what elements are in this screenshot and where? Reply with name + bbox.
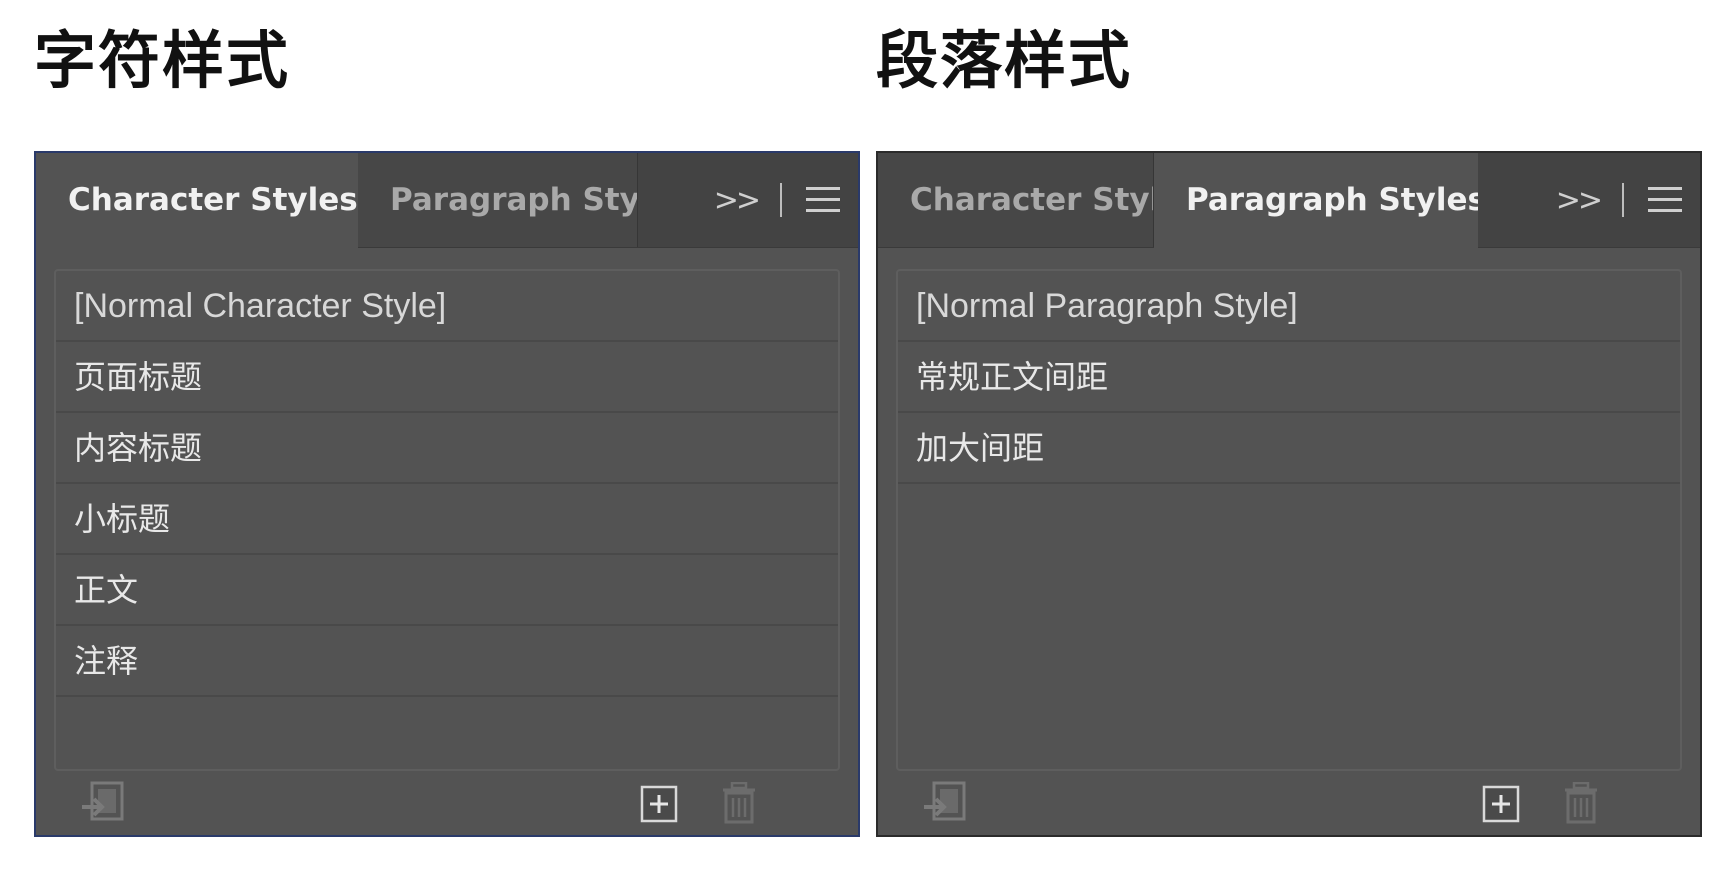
panel-tab-bar: Character Styles Paragraph Styles >> xyxy=(878,153,1700,248)
list-item[interactable]: 小标题 xyxy=(56,484,838,555)
character-styles-panel: Character Styles Paragraph Styles >> [No… xyxy=(34,151,860,837)
character-styles-heading: 字符样式 xyxy=(34,24,291,97)
new-style-icon[interactable] xyxy=(640,785,678,823)
style-list: [Normal Character Style] 页面标题 内容标题 小标题 正… xyxy=(54,269,840,771)
new-style-icon[interactable] xyxy=(1482,785,1520,823)
overflow-tabs-button[interactable]: >> xyxy=(714,183,761,218)
tab-character-styles[interactable]: Character Styles xyxy=(36,153,358,248)
list-item[interactable]: 加大间距 xyxy=(898,413,1680,484)
toolbar-divider xyxy=(780,183,782,217)
delete-style-icon[interactable] xyxy=(1562,782,1600,824)
panel-footer xyxy=(36,767,858,835)
panel-menu-icon[interactable] xyxy=(1648,187,1682,213)
tab-paragraph-styles[interactable]: Paragraph Styles xyxy=(358,153,638,247)
list-item[interactable]: 常规正文间距 xyxy=(898,342,1680,413)
list-item[interactable]: 注释 xyxy=(56,626,838,697)
list-item[interactable]: 内容标题 xyxy=(56,413,838,484)
panel-footer xyxy=(878,767,1700,835)
load-styles-icon[interactable] xyxy=(922,781,968,825)
load-styles-icon[interactable] xyxy=(80,781,126,825)
list-item[interactable]: 页面标题 xyxy=(56,342,838,413)
tab-paragraph-styles[interactable]: Paragraph Styles xyxy=(1154,153,1478,248)
delete-style-icon[interactable] xyxy=(720,782,758,824)
panel-tab-bar: Character Styles Paragraph Styles >> xyxy=(36,153,858,248)
list-item[interactable]: [Normal Character Style] xyxy=(56,271,838,342)
tab-character-styles[interactable]: Character Styles xyxy=(878,153,1154,247)
paragraph-styles-panel: Character Styles Paragraph Styles >> [No… xyxy=(876,151,1702,837)
style-list: [Normal Paragraph Style] 常规正文间距 加大间距 xyxy=(896,269,1682,771)
panel-menu-icon[interactable] xyxy=(806,187,840,213)
overflow-tabs-button[interactable]: >> xyxy=(1556,183,1603,218)
list-item[interactable]: 正文 xyxy=(56,555,838,626)
list-item[interactable]: [Normal Paragraph Style] xyxy=(898,271,1680,342)
toolbar-divider xyxy=(1622,183,1624,217)
paragraph-styles-heading: 段落样式 xyxy=(876,24,1133,97)
